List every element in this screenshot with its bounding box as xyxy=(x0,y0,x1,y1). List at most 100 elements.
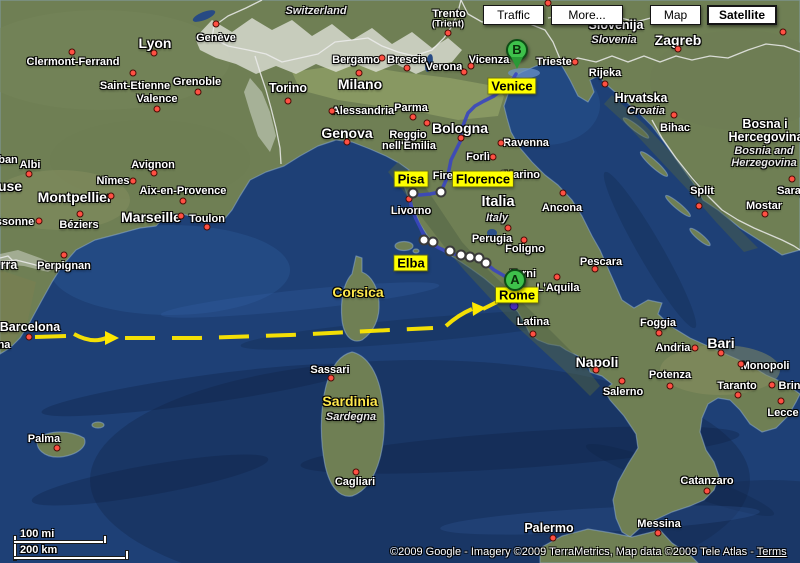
city-label: Montpellier xyxy=(38,189,113,205)
city-dot xyxy=(498,140,505,147)
scale-miles-label: 100 mi xyxy=(20,528,54,540)
city-dot xyxy=(108,193,115,200)
island-label: Corsica xyxy=(332,284,383,300)
city-label: ssonne xyxy=(0,216,34,228)
map-button[interactable]: Map xyxy=(650,5,701,25)
city-dot xyxy=(572,59,579,66)
city-dot xyxy=(505,225,512,232)
city-dot xyxy=(69,49,76,56)
city-dot xyxy=(458,135,465,142)
city-dot xyxy=(762,211,769,218)
city-dot xyxy=(619,378,626,385)
route-marker-a[interactable]: A xyxy=(504,269,526,291)
scale-km-label: 200 km xyxy=(20,544,57,556)
city-label: L'Aquila xyxy=(537,282,580,294)
city-dot xyxy=(602,81,609,88)
island-label: Sardinia xyxy=(322,393,377,409)
satellite-button[interactable]: Satellite xyxy=(707,5,777,25)
city-dot xyxy=(328,375,335,382)
area-label: Bosnia and xyxy=(734,145,793,157)
city-dot xyxy=(26,334,33,341)
city-label: Brindisi xyxy=(779,380,800,392)
city-dot xyxy=(738,361,745,368)
city-label: Genève xyxy=(196,32,236,44)
city-label: Lyon xyxy=(139,35,172,51)
city-label: Marseille xyxy=(121,209,181,225)
city-dot xyxy=(780,29,787,36)
city-label: ban xyxy=(0,154,18,166)
city-label: Clermont-Ferrand xyxy=(27,56,120,68)
city-dot xyxy=(667,383,674,390)
city-label: Rijeka xyxy=(589,67,621,79)
city-label: Livorno xyxy=(391,205,431,217)
city-dot xyxy=(204,224,211,231)
city-dot xyxy=(490,154,497,161)
city-dot xyxy=(195,89,202,96)
area-label: Slovenia xyxy=(591,34,636,46)
city-dot xyxy=(696,203,703,210)
city-dot xyxy=(356,70,363,77)
city-dot xyxy=(344,139,351,146)
area-label: Switzerland xyxy=(285,5,346,17)
city-dot xyxy=(521,237,528,244)
route-endpoint-dot xyxy=(510,302,519,311)
city-label: Perpignan xyxy=(37,260,91,272)
city-label: Milano xyxy=(338,76,382,92)
terms-link[interactable]: Terms xyxy=(757,546,787,558)
city-dot xyxy=(424,120,431,127)
city-dot xyxy=(285,98,292,105)
city-label: Forlì xyxy=(466,151,490,163)
city-dot xyxy=(61,252,68,259)
city-label: Bihac xyxy=(660,122,690,134)
area-label: Bosna i xyxy=(742,117,787,131)
city-label: Bergamo xyxy=(332,54,380,66)
city-dot xyxy=(445,30,452,37)
traffic-button[interactable]: Traffic xyxy=(483,5,544,25)
route-marker-b[interactable]: B xyxy=(506,39,528,61)
scale-km-bar xyxy=(14,557,128,559)
city-label: Ancona xyxy=(542,202,582,214)
area-label: Italy xyxy=(486,212,508,224)
area-label: Sardegna xyxy=(326,411,376,423)
city-label: Andria xyxy=(656,342,691,354)
city-dot xyxy=(404,65,411,72)
city-label: Parma xyxy=(394,102,428,114)
google-maps-satellite-view[interactable]: LyonClermont-FerrandSaint-EtienneGrenobl… xyxy=(0,0,800,563)
city-dot xyxy=(592,266,599,273)
city-label: nell'Emilia xyxy=(382,140,436,152)
annotation-box-elba: Elba xyxy=(394,256,427,271)
city-dot xyxy=(468,63,475,70)
scale-miles-tick xyxy=(104,536,106,543)
city-label: Palma xyxy=(28,433,60,445)
attribution-text: ©2009 Google - Imagery ©2009 TerraMetric… xyxy=(390,546,757,558)
city-label: Foligno xyxy=(505,243,545,255)
city-dot xyxy=(554,274,561,281)
annotation-box-florence: Florence xyxy=(453,172,513,187)
city-label: (Trient) xyxy=(432,19,464,30)
area-label: Hrvatska xyxy=(615,91,668,105)
attribution: ©2009 Google - Imagery ©2009 TerraMetric… xyxy=(390,546,787,558)
city-dot xyxy=(778,398,785,405)
city-dot xyxy=(735,392,742,399)
city-label: Nîmes xyxy=(96,175,129,187)
annotation-box-venice: Venice xyxy=(488,79,535,94)
city-label: Palermo xyxy=(524,521,573,535)
city-label: Béziers xyxy=(59,219,98,231)
more-button[interactable]: More... xyxy=(551,5,623,25)
city-dot xyxy=(593,367,600,374)
city-label: Taranto xyxy=(717,380,757,392)
city-label: na xyxy=(0,339,10,351)
city-dot xyxy=(550,535,557,542)
city-dot xyxy=(410,114,417,121)
city-label: Verona xyxy=(426,61,463,73)
route-waypoint-dot xyxy=(408,188,419,199)
city-label: Alessandria xyxy=(332,105,394,117)
city-dot xyxy=(154,106,161,113)
city-dot xyxy=(692,345,699,352)
city-label: Potenza xyxy=(649,369,691,381)
city-dot xyxy=(789,176,796,183)
scale-miles-bar xyxy=(14,541,106,543)
area-label: Croatia xyxy=(627,105,665,117)
city-label: Valence xyxy=(137,93,178,105)
city-label: Messina xyxy=(637,518,680,530)
